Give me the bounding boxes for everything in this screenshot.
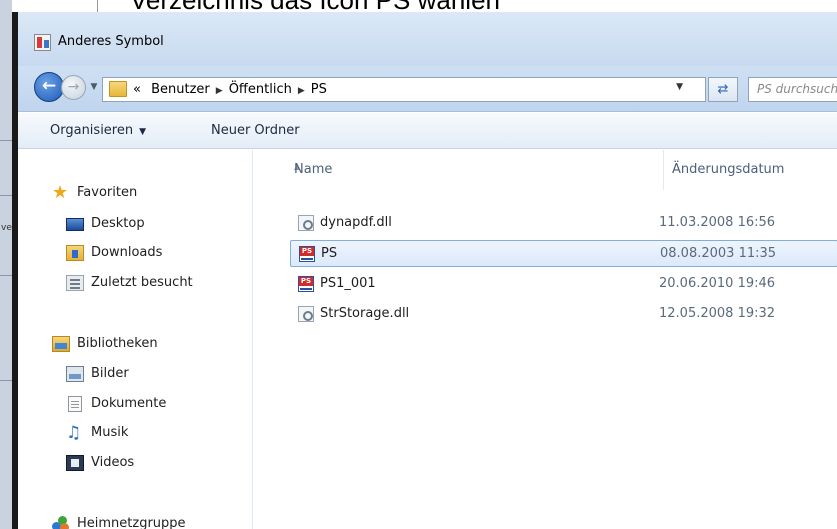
breadcrumb: « Benutzer ▶ Öffentlich ▶ PS xyxy=(133,82,327,97)
breadcrumb-item-oeffentlich[interactable]: Öffentlich xyxy=(229,82,292,97)
chevron-right-icon[interactable]: ▶ xyxy=(216,86,223,96)
search-input[interactable]: PS durchsuchen xyxy=(748,77,837,102)
background-line xyxy=(0,140,12,141)
background-divider xyxy=(97,0,98,12)
column-header-name[interactable]: ▲ Name xyxy=(254,150,664,190)
documents-icon xyxy=(68,396,82,412)
column-header-label: Änderungsdatum xyxy=(672,162,785,177)
background-heading: Verzeichnis das Icon PS wählen xyxy=(130,0,500,12)
file-name: PS1_001 xyxy=(320,276,376,291)
forward-button[interactable]: → xyxy=(61,75,86,100)
file-date: 08.08.2003 11:35 xyxy=(660,246,777,261)
background-document-header: Verzeichnis das Icon PS wählen xyxy=(0,0,837,12)
address-bar[interactable]: « Benutzer ▶ Öffentlich ▶ PS ▼ xyxy=(102,77,706,102)
command-bar: Organisieren ▼ Neuer Ordner xyxy=(18,113,837,149)
music-note-icon: ♫ xyxy=(66,423,82,443)
arrow-left-icon: ← xyxy=(41,76,57,96)
organize-menu-button[interactable]: Organisieren ▼ xyxy=(50,123,146,138)
file-name: StrStorage.dll xyxy=(320,306,410,321)
desktop-icon xyxy=(66,218,84,231)
nav-item-label: Heimnetzgruppe xyxy=(77,516,186,529)
nav-item-label: Musik xyxy=(91,425,129,440)
file-row-selected[interactable]: PS PS 08.08.2003 11:35 xyxy=(290,240,837,267)
address-row: ← → ▼ « Benutzer ▶ Öffentlich ▶ PS ▼ ⇄ PS du… xyxy=(18,66,837,112)
back-button[interactable]: ← xyxy=(34,72,64,102)
nav-item-label: Bibliotheken xyxy=(77,336,158,351)
nav-item-label: Favoriten xyxy=(77,185,138,200)
nav-item-label: Videos xyxy=(91,455,135,470)
downloads-folder-icon xyxy=(66,245,84,261)
ps-icon-file-icon: PS xyxy=(299,246,315,262)
title-bar[interactable]: Anderes Symbol xyxy=(18,12,837,66)
history-dropdown-button[interactable]: ▼ xyxy=(88,80,100,94)
search-placeholder: PS durchsuchen xyxy=(757,82,837,96)
video-icon xyxy=(66,455,84,471)
arrow-right-icon: → xyxy=(67,79,80,95)
chevron-down-icon: ▼ xyxy=(139,127,147,137)
ps-icon-file-icon: PS xyxy=(298,276,314,292)
background-line xyxy=(0,275,12,276)
background-line xyxy=(0,195,12,196)
star-icon: ★ xyxy=(52,182,69,203)
column-header-label: Name xyxy=(294,162,333,177)
homegroup-icon xyxy=(52,516,70,529)
background-document-sidebar: ve xyxy=(0,0,12,529)
app-icon xyxy=(34,34,51,51)
file-name: dynapdf.dll xyxy=(320,215,392,230)
chevron-down-icon[interactable]: ▼ xyxy=(676,82,683,92)
column-header-date[interactable]: Änderungsdatum xyxy=(665,150,837,190)
file-date: 20.06.2010 19:46 xyxy=(659,276,776,291)
pictures-icon xyxy=(66,366,84,382)
file-name: PS xyxy=(321,246,338,261)
navigation-pane: ★ Favoriten Desktop Downloads Zuletzt be… xyxy=(18,150,253,529)
breadcrumb-overflow[interactable]: « xyxy=(133,82,141,97)
file-row[interactable]: StrStorage.dll 12.05.2008 19:32 xyxy=(290,301,837,328)
organize-label: Organisieren xyxy=(50,123,134,138)
window-title: Anderes Symbol xyxy=(58,34,164,49)
nav-item-label: Zuletzt besucht xyxy=(91,275,193,290)
dll-file-icon xyxy=(298,306,314,322)
breadcrumb-item-benutzer[interactable]: Benutzer xyxy=(151,82,210,97)
nav-item-label: Dokumente xyxy=(91,396,167,411)
breadcrumb-item-ps[interactable]: PS xyxy=(311,82,327,97)
recent-places-icon xyxy=(66,275,84,291)
new-folder-label: Neuer Ordner xyxy=(211,123,300,138)
refresh-button[interactable]: ⇄ xyxy=(708,77,738,102)
file-date: 12.05.2008 19:32 xyxy=(659,306,776,321)
dll-file-icon xyxy=(298,215,314,231)
folder-icon xyxy=(109,81,127,97)
nav-item-label: Bilder xyxy=(91,366,129,381)
file-dialog: Anderes Symbol ← → ▼ « Benutzer ▶ Öffentli… xyxy=(12,12,837,529)
new-folder-button[interactable]: Neuer Ordner xyxy=(211,123,300,138)
file-list: ▲ Name Änderungsdatum dynapdf.dll 11.03.… xyxy=(254,150,837,529)
background-line xyxy=(0,380,12,381)
nav-item-label: Downloads xyxy=(91,245,163,260)
file-row[interactable]: PS PS1_001 20.06.2010 19:46 xyxy=(290,271,837,298)
background-side-text: ve xyxy=(1,223,12,233)
nav-item-label: Desktop xyxy=(91,216,145,231)
refresh-icon: ⇄ xyxy=(717,82,729,97)
file-row[interactable]: dynapdf.dll 11.03.2008 16:56 xyxy=(290,210,837,237)
file-date: 11.03.2008 16:56 xyxy=(659,215,776,230)
libraries-icon xyxy=(52,336,70,352)
chevron-right-icon[interactable]: ▶ xyxy=(298,86,305,96)
